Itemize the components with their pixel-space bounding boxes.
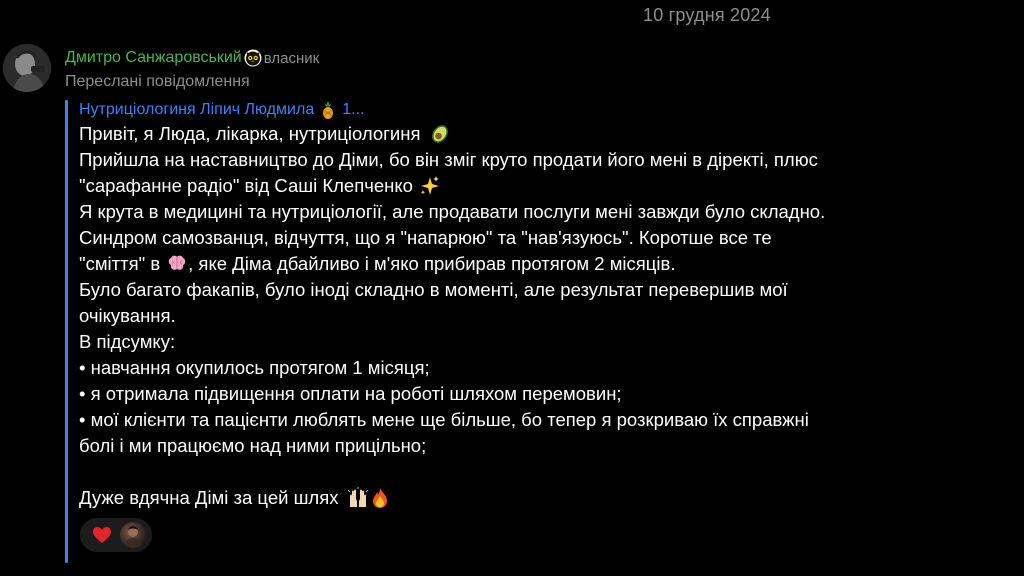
message-text: Дуже вдячна Дімі за цей шлях (79, 487, 339, 508)
message-line: Синдром самозванця, відчуття, що я "напа… (79, 225, 979, 251)
raised-hands-icon (347, 487, 369, 509)
chat-view: 10 грудня 2024 Дмитро Санжаровський влас (0, 0, 1024, 576)
sparkles-icon (419, 175, 441, 197)
message-text: • навчання окупилось протягом 1 місяця; (79, 357, 430, 378)
message-line: В підсумку: (79, 329, 979, 355)
forward-source-name[interactable]: Нутриціологиня Ліпич Людмила (79, 101, 314, 119)
message-line: Прийшла на наставництво до Діми, бо він … (79, 147, 979, 173)
message-line: "сміття" в , яке Діма дбайливо і м'яко п… (79, 251, 979, 277)
message-line: • мої клієнти та пацієнти люблять мене щ… (79, 407, 979, 433)
forwarded-label: Переслані повідомлення (65, 73, 250, 90)
message-body: Привіт, я Люда, лікарка, нутриціологиня … (79, 121, 979, 511)
message-line: "сарафанне радіо" від Саші Клепченко (79, 173, 979, 199)
message-text: "сміття" в (79, 253, 161, 274)
message-line: • я отримала підвищення оплати на роботі… (79, 381, 979, 407)
message-text: Привіт, я Люда, лікарка, нутриціологиня (79, 123, 421, 144)
message-text: болі і ми працюємо над ними прицільно; (79, 435, 427, 456)
message-line: Дуже вдячна Дімі за цей шлях (79, 485, 979, 511)
message-text: Синдром самозванця, відчуття, що я "напа… (79, 227, 772, 248)
message-text: • мої клієнти та пацієнти люблять мене щ… (79, 409, 809, 430)
reaction-pill[interactable] (80, 518, 152, 552)
message-line: очікування. (79, 303, 979, 329)
forward-quote-bar (65, 100, 68, 563)
message-text: Було багато факапів, було іноді складно … (79, 279, 788, 300)
pineapple-icon (320, 101, 336, 119)
message-text: • я отримала підвищення оплати на роботі… (79, 383, 622, 404)
fire-icon (369, 487, 391, 509)
message-line: Було багато факапів, було іноді складно … (79, 277, 979, 303)
owl-owner-icon (244, 49, 262, 67)
message-text: В підсумку: (79, 331, 176, 352)
forward-source-suffix: 1... (342, 101, 365, 118)
message-text: Я крута в медицині та нутриціології, але… (79, 201, 826, 222)
sender-role: власник (263, 49, 320, 67)
message-text: "сарафанне радіо" від Саші Клепченко (79, 175, 413, 196)
user-avatar-icon (3, 44, 51, 92)
message-text: Прийшла на наставництво до Діми, бо він … (79, 149, 818, 170)
message-text: очікування. (79, 305, 176, 326)
sender-name[interactable]: Дмитро Санжаровський (65, 49, 242, 67)
sender-row: Дмитро Санжаровський власник (65, 47, 319, 69)
message-line: болі і ми працюємо над ними прицільно; (79, 433, 979, 459)
message-line: Привіт, я Люда, лікарка, нутриціологиня (79, 121, 979, 147)
sender-avatar[interactable] (3, 44, 51, 92)
message-line: • навчання окупилось протягом 1 місяця; (79, 355, 979, 381)
red-heart-icon[interactable] (91, 524, 113, 546)
date-separator: 10 грудня 2024 (643, 5, 771, 25)
brain-icon (166, 253, 188, 275)
avocado-icon (429, 123, 451, 145)
message-line: Я крута в медицині та нутриціології, але… (79, 199, 979, 225)
reactor-avatar[interactable] (120, 522, 146, 548)
forward-source[interactable]: Нутриціологиня Ліпич Людмила 1... (79, 101, 364, 119)
message-text: , яке Діма дбайливо і м'яко прибирав про… (188, 253, 676, 274)
